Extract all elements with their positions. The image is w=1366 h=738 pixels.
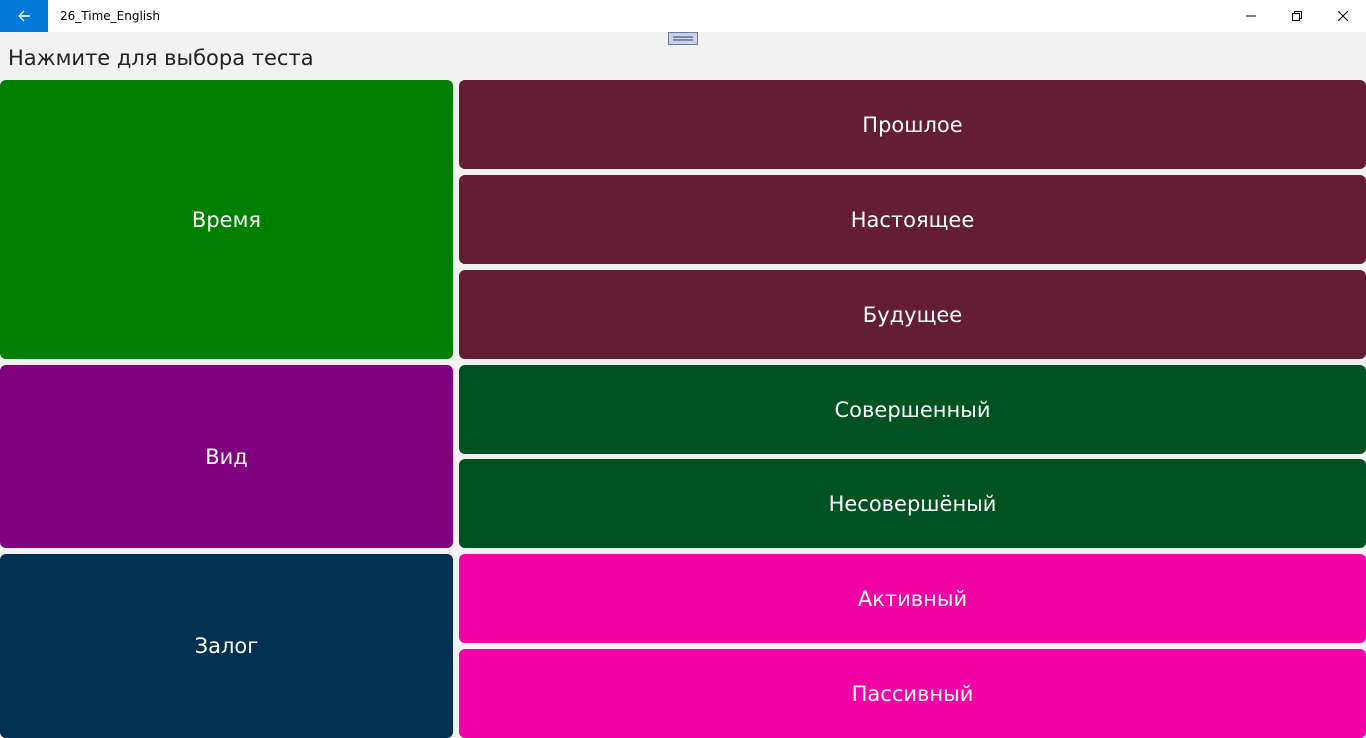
option-tile-perfect[interactable]: Совершенный — [459, 365, 1366, 454]
option-label: Будущее — [862, 302, 963, 327]
option-tile-active[interactable]: Активный — [459, 554, 1366, 643]
close-icon — [1338, 11, 1348, 21]
close-button[interactable] — [1320, 0, 1366, 32]
option-label: Несовершёный — [828, 491, 997, 516]
option-tile-present[interactable]: Настоящее — [459, 175, 1366, 264]
option-label: Совершенный — [834, 397, 991, 422]
category-tile-voice[interactable]: Залог — [0, 554, 453, 738]
restore-icon — [1292, 11, 1302, 21]
category-label: Вид — [205, 444, 248, 469]
option-tile-past[interactable]: Прошлое — [459, 80, 1366, 169]
drag-handle[interactable] — [668, 32, 698, 45]
option-label: Пассивный — [851, 681, 974, 706]
option-label: Настоящее — [850, 207, 975, 232]
option-tile-imperfect[interactable]: Несовершёный — [459, 459, 1366, 548]
minimize-icon — [1246, 15, 1256, 17]
grip-icon — [673, 36, 693, 41]
category-label: Залог — [194, 634, 259, 658]
back-button[interactable] — [0, 0, 48, 32]
arrow-left-icon — [18, 10, 30, 22]
title-bar: 26_Time_English — [0, 0, 1366, 32]
page-title: Нажмите для выбора теста — [8, 46, 314, 70]
category-tile-time[interactable]: Время — [0, 80, 453, 359]
option-tile-future[interactable]: Будущее — [459, 270, 1366, 359]
restore-button[interactable] — [1274, 0, 1320, 32]
option-label: Прошлое — [862, 112, 963, 137]
minimize-button[interactable] — [1228, 0, 1274, 32]
app-title: 26_Time_English — [60, 9, 160, 23]
option-tile-passive[interactable]: Пассивный — [459, 649, 1366, 738]
category-label: Время — [191, 207, 262, 232]
category-tile-aspect[interactable]: Вид — [0, 365, 453, 548]
option-label: Активный — [857, 586, 968, 611]
